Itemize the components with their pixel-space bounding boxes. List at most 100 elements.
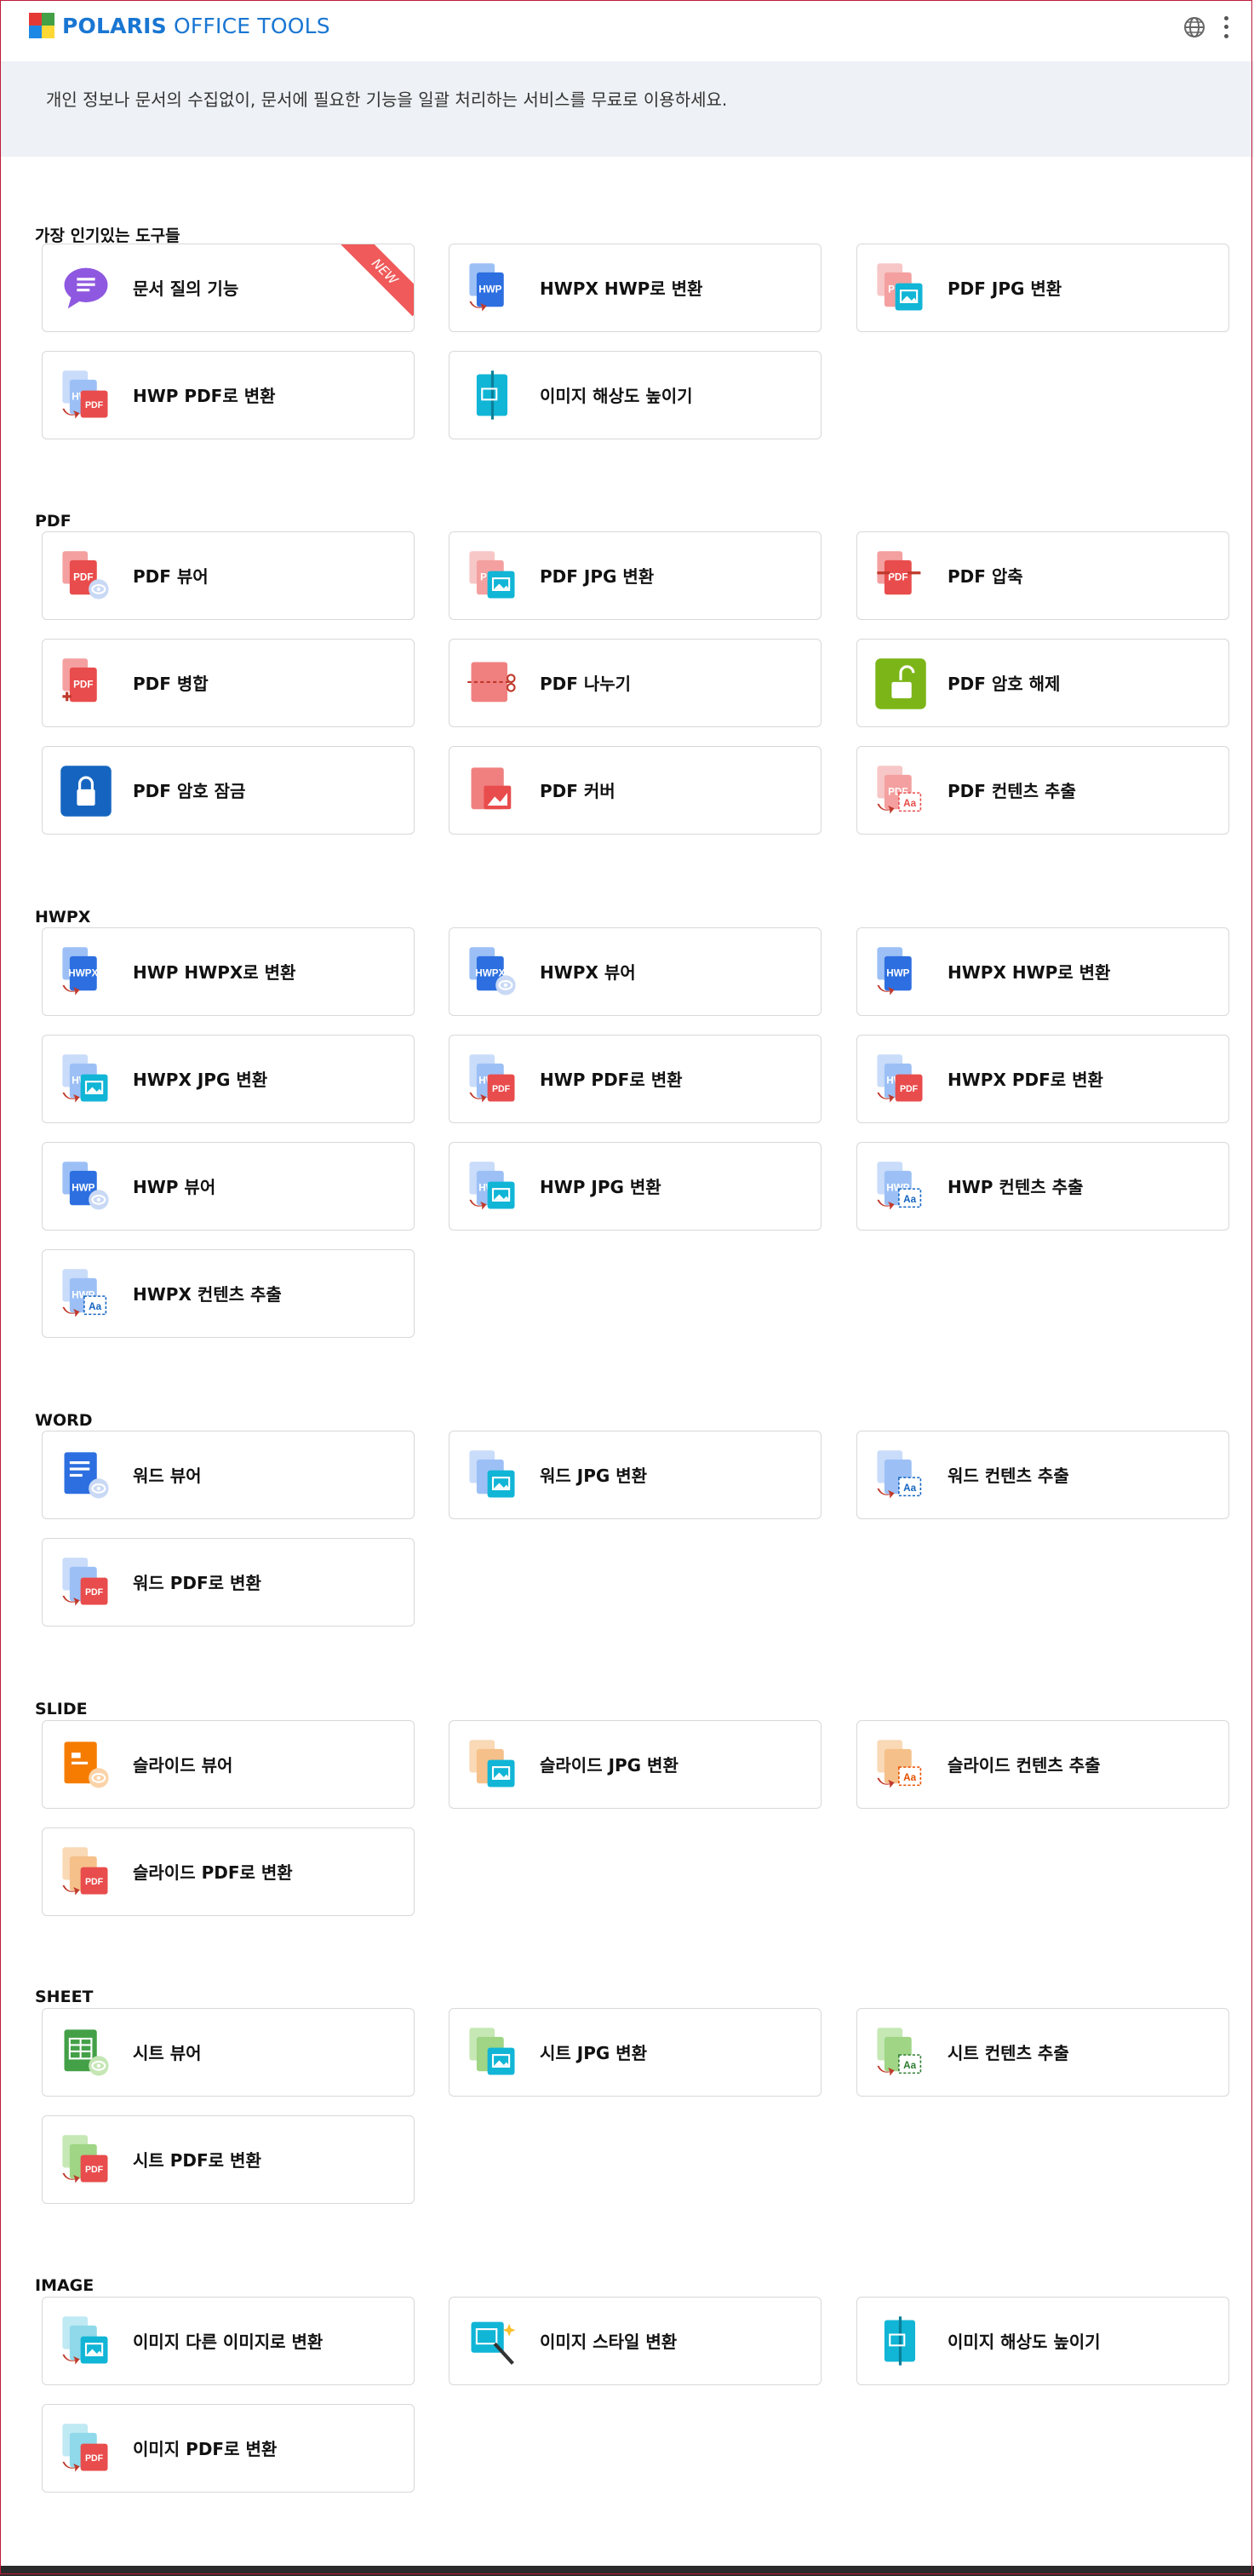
tool-card[interactable]: PDF PDF 압축: [856, 531, 1229, 620]
tool-card[interactable]: PDF PDF JPG 변환: [856, 244, 1229, 332]
tool-label: 슬라이드 JPG 변환: [540, 1755, 679, 1776]
tool-label: HWP JPG 변환: [540, 1177, 661, 1197]
tool-card[interactable]: PDF 이미지 PDF로 변환: [42, 2404, 415, 2493]
tool-label: 시트 뷰어: [133, 2043, 202, 2063]
tool-card[interactable]: HWP Aa HWPX 컨텐츠 추출: [42, 1249, 415, 1338]
tool-label: HWP HWPX로 변환: [133, 962, 296, 983]
tool-label: HWPX 뷰어: [540, 962, 636, 983]
tool-card[interactable]: PDF Aa PDF 컨텐츠 추출: [856, 746, 1229, 835]
hwp-viewer-icon: HWP: [57, 1158, 115, 1216]
sheet-to-jpg-icon: [464, 2024, 522, 2082]
svg-text:Aa: Aa: [903, 1483, 916, 1494]
svg-text:Aa: Aa: [903, 1194, 916, 1205]
tool-card[interactable]: HWP HWPX HWP로 변환: [449, 244, 822, 332]
tool-card[interactable]: 워드 뷰어: [42, 1431, 415, 1519]
tool-card[interactable]: HWP Aa HWP 컨텐츠 추출: [856, 1142, 1229, 1231]
slide-viewer-icon: [57, 1736, 115, 1794]
image-upscale-icon: [464, 367, 522, 425]
tool-card[interactable]: HWP HWPX JPG 변환: [42, 1035, 415, 1123]
tool-card[interactable]: HWP HWPX HWP로 변환: [856, 927, 1229, 1016]
pdf-viewer-icon: PDF: [57, 548, 115, 605]
svg-text:Aa: Aa: [89, 1301, 101, 1312]
logo[interactable]: POLARIS OFFICE TOOLS: [29, 13, 330, 38]
tool-label: PDF 나누기: [540, 674, 632, 694]
tool-card[interactable]: PDF PDF 병합: [42, 639, 415, 727]
sheet-extract-icon: Aa: [872, 2024, 930, 2082]
svg-text:PDF: PDF: [73, 679, 93, 690]
pdf-compress-icon: PDF: [872, 548, 930, 605]
tool-label: HWP PDF로 변환: [133, 386, 276, 406]
tool-card[interactable]: 슬라이드 뷰어: [42, 1720, 415, 1809]
tool-label: 워드 PDF로 변환: [133, 1573, 261, 1593]
tool-label: PDF 암호 해제: [948, 674, 1061, 694]
section-title: 가장 인기있는 도구들: [35, 227, 180, 245]
tool-card[interactable]: HWPX HWPX 뷰어: [449, 927, 822, 1016]
tool-card[interactable]: HWP HWP 뷰어: [42, 1142, 415, 1231]
tool-card[interactable]: Aa 슬라이드 컨텐츠 추출: [856, 1720, 1229, 1809]
tool-card[interactable]: PDF 커버: [449, 746, 822, 835]
globe-icon[interactable]: [1182, 15, 1206, 39]
tool-card[interactable]: HWP PDF HWP PDF로 변환: [42, 351, 415, 439]
hwpx-to-hwp-icon: HWP: [464, 260, 522, 318]
tool-card[interactable]: PDF 슬라이드 PDF로 변환: [42, 1827, 415, 1916]
tool-card[interactable]: 시트 뷰어: [42, 2008, 415, 2097]
tool-label: 슬라이드 PDF로 변환: [133, 1862, 293, 1883]
tool-label: PDF JPG 변환: [540, 566, 655, 587]
tool-card[interactable]: PDF PDF JPG 변환: [449, 531, 822, 620]
svg-text:PDF: PDF: [888, 571, 908, 582]
tool-card[interactable]: HWPX HWP HWPX로 변환: [42, 927, 415, 1016]
tool-card[interactable]: PDF 암호 잠금: [42, 746, 415, 835]
tool-card[interactable]: PDF 나누기: [449, 639, 822, 727]
section-title: PDF: [35, 512, 72, 531]
tool-card[interactable]: 문서 질의 기능 NEW: [42, 244, 415, 332]
svg-text:Aa: Aa: [903, 798, 916, 809]
tool-label: PDF 컨텐츠 추출: [948, 781, 1076, 801]
new-badge: NEW: [340, 244, 414, 317]
tool-label: PDF JPG 변환: [948, 278, 1062, 299]
tool-card[interactable]: 이미지 해상도 높이기: [449, 351, 822, 439]
svg-text:PDF: PDF: [85, 1587, 104, 1598]
tool-card[interactable]: PDF 암호 해제: [856, 639, 1229, 727]
tool-card[interactable]: PDF 시트 PDF로 변환: [42, 2115, 415, 2204]
tool-card[interactable]: Aa 시트 컨텐츠 추출: [856, 2008, 1229, 2097]
svg-text:PDF: PDF: [900, 1084, 919, 1094]
slide-extract-icon: Aa: [872, 1736, 930, 1794]
image-to-pdf-icon: PDF: [57, 2420, 115, 2478]
tool-label: 시트 PDF로 변환: [133, 2150, 261, 2171]
tool-card[interactable]: HWP HWP JPG 변환: [449, 1142, 822, 1231]
tool-label: PDF 병합: [133, 674, 209, 694]
tool-label: HWP 컨텐츠 추출: [948, 1177, 1084, 1197]
intro-banner: 개인 정보나 문서의 수집없이, 문서에 필요한 기능을 일괄 처리하는 서비스…: [0, 61, 1254, 157]
word-extract-icon: Aa: [872, 1447, 930, 1505]
image-style-icon: [464, 2313, 522, 2371]
more-vertical-icon[interactable]: [1219, 14, 1233, 41]
svg-text:Aa: Aa: [903, 2060, 916, 2071]
tool-card[interactable]: 시트 JPG 변환: [449, 2008, 822, 2097]
svg-text:HWPX: HWPX: [68, 967, 98, 978]
tool-card[interactable]: 워드 JPG 변환: [449, 1431, 822, 1519]
tool-label: 이미지 다른 이미지로 변환: [133, 2332, 324, 2352]
hwp-to-pdf-icon: HWP PDF: [57, 367, 115, 425]
pdf-cover-icon: [464, 762, 522, 820]
intro-text: 개인 정보나 문서의 수집없이, 문서에 필요한 기능을 일괄 처리하는 서비스…: [46, 89, 728, 110]
tool-label: 워드 뷰어: [133, 1466, 202, 1486]
tool-card[interactable]: HWP PDF HWP PDF로 변환: [449, 1035, 822, 1123]
tool-card[interactable]: 이미지 해상도 높이기: [856, 2297, 1229, 2385]
hwpx-to-hwp-icon: HWP: [872, 944, 930, 1001]
logo-text: POLARIS OFFICE TOOLS: [62, 13, 330, 38]
svg-text:PDF: PDF: [85, 400, 104, 410]
tool-card[interactable]: PDF PDF 뷰어: [42, 531, 415, 620]
tool-card[interactable]: HWP PDF HWPX PDF로 변환: [856, 1035, 1229, 1123]
tool-card[interactable]: 이미지 다른 이미지로 변환: [42, 2297, 415, 2385]
tool-card[interactable]: 이미지 스타일 변환: [449, 2297, 822, 2385]
tool-card[interactable]: Aa 워드 컨텐츠 추출: [856, 1431, 1229, 1519]
svg-text:HWP: HWP: [72, 1182, 94, 1193]
tool-label: 슬라이드 컨텐츠 추출: [948, 1755, 1101, 1776]
chat-icon: [57, 260, 115, 318]
pdf-to-jpg-icon: PDF: [464, 548, 522, 605]
tool-card[interactable]: PDF 워드 PDF로 변환: [42, 1538, 415, 1626]
tool-label: 워드 JPG 변환: [540, 1466, 648, 1486]
sheet-to-pdf-icon: PDF: [57, 2131, 115, 2189]
tool-card[interactable]: 슬라이드 JPG 변환: [449, 1720, 822, 1809]
top-header: POLARIS OFFICE TOOLS: [0, 0, 1254, 60]
